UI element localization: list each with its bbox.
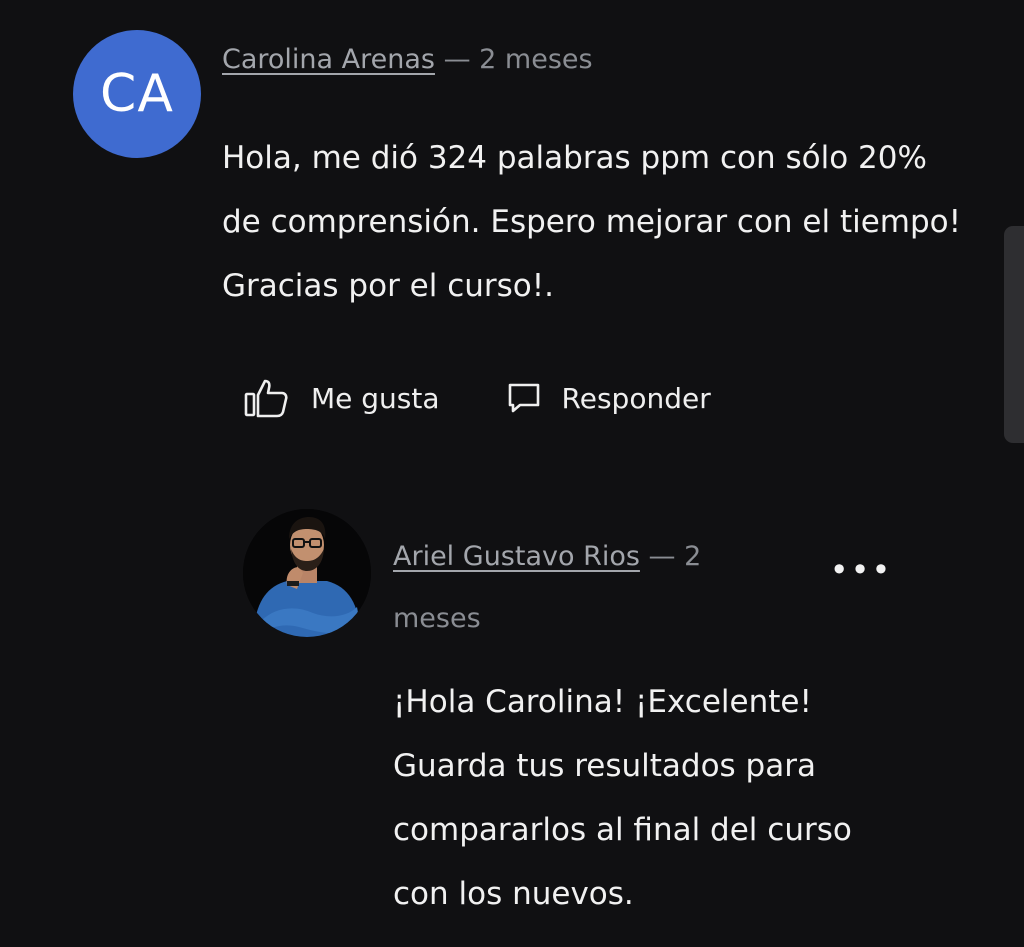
reply-avatar[interactable] — [243, 509, 371, 637]
reply-label: Responder — [561, 381, 711, 415]
comment-actions: Me gusta Responder — [243, 372, 711, 424]
user-photo-icon — [243, 509, 371, 637]
like-label: Me gusta — [311, 381, 440, 415]
avatar-initials: CA — [100, 64, 174, 124]
comment-time: — 2 meses — [443, 44, 593, 75]
reply-button[interactable]: Responder — [506, 380, 711, 416]
speech-bubble-icon — [508, 383, 539, 413]
more-options-button[interactable]: ••• — [830, 551, 891, 589]
comments-screen: CA Carolina Arenas — 2 meses Hola, me di… — [0, 0, 1024, 947]
reply-body: ¡Hola Carolina! ¡Excelente! Guarda tus r… — [393, 684, 852, 912]
reply-author-link[interactable]: Ariel Gustavo Rios — [393, 541, 640, 572]
more-dots-icon: ••• — [829, 551, 893, 589]
thumbs-up-icon — [244, 379, 288, 418]
comment-author-link[interactable]: Carolina Arenas — [222, 44, 435, 75]
like-button[interactable]: Me gusta — [243, 377, 440, 419]
reply-meta: Ariel Gustavo Rios — 2 meses — [393, 526, 793, 650]
avatar[interactable]: CA — [73, 30, 201, 158]
comment-body: Hola, me dió 324 palabras ppm con sólo 2… — [222, 140, 962, 304]
scrollbar[interactable] — [1004, 226, 1024, 443]
comment-meta: Carolina Arenas — 2 meses — [222, 44, 593, 75]
